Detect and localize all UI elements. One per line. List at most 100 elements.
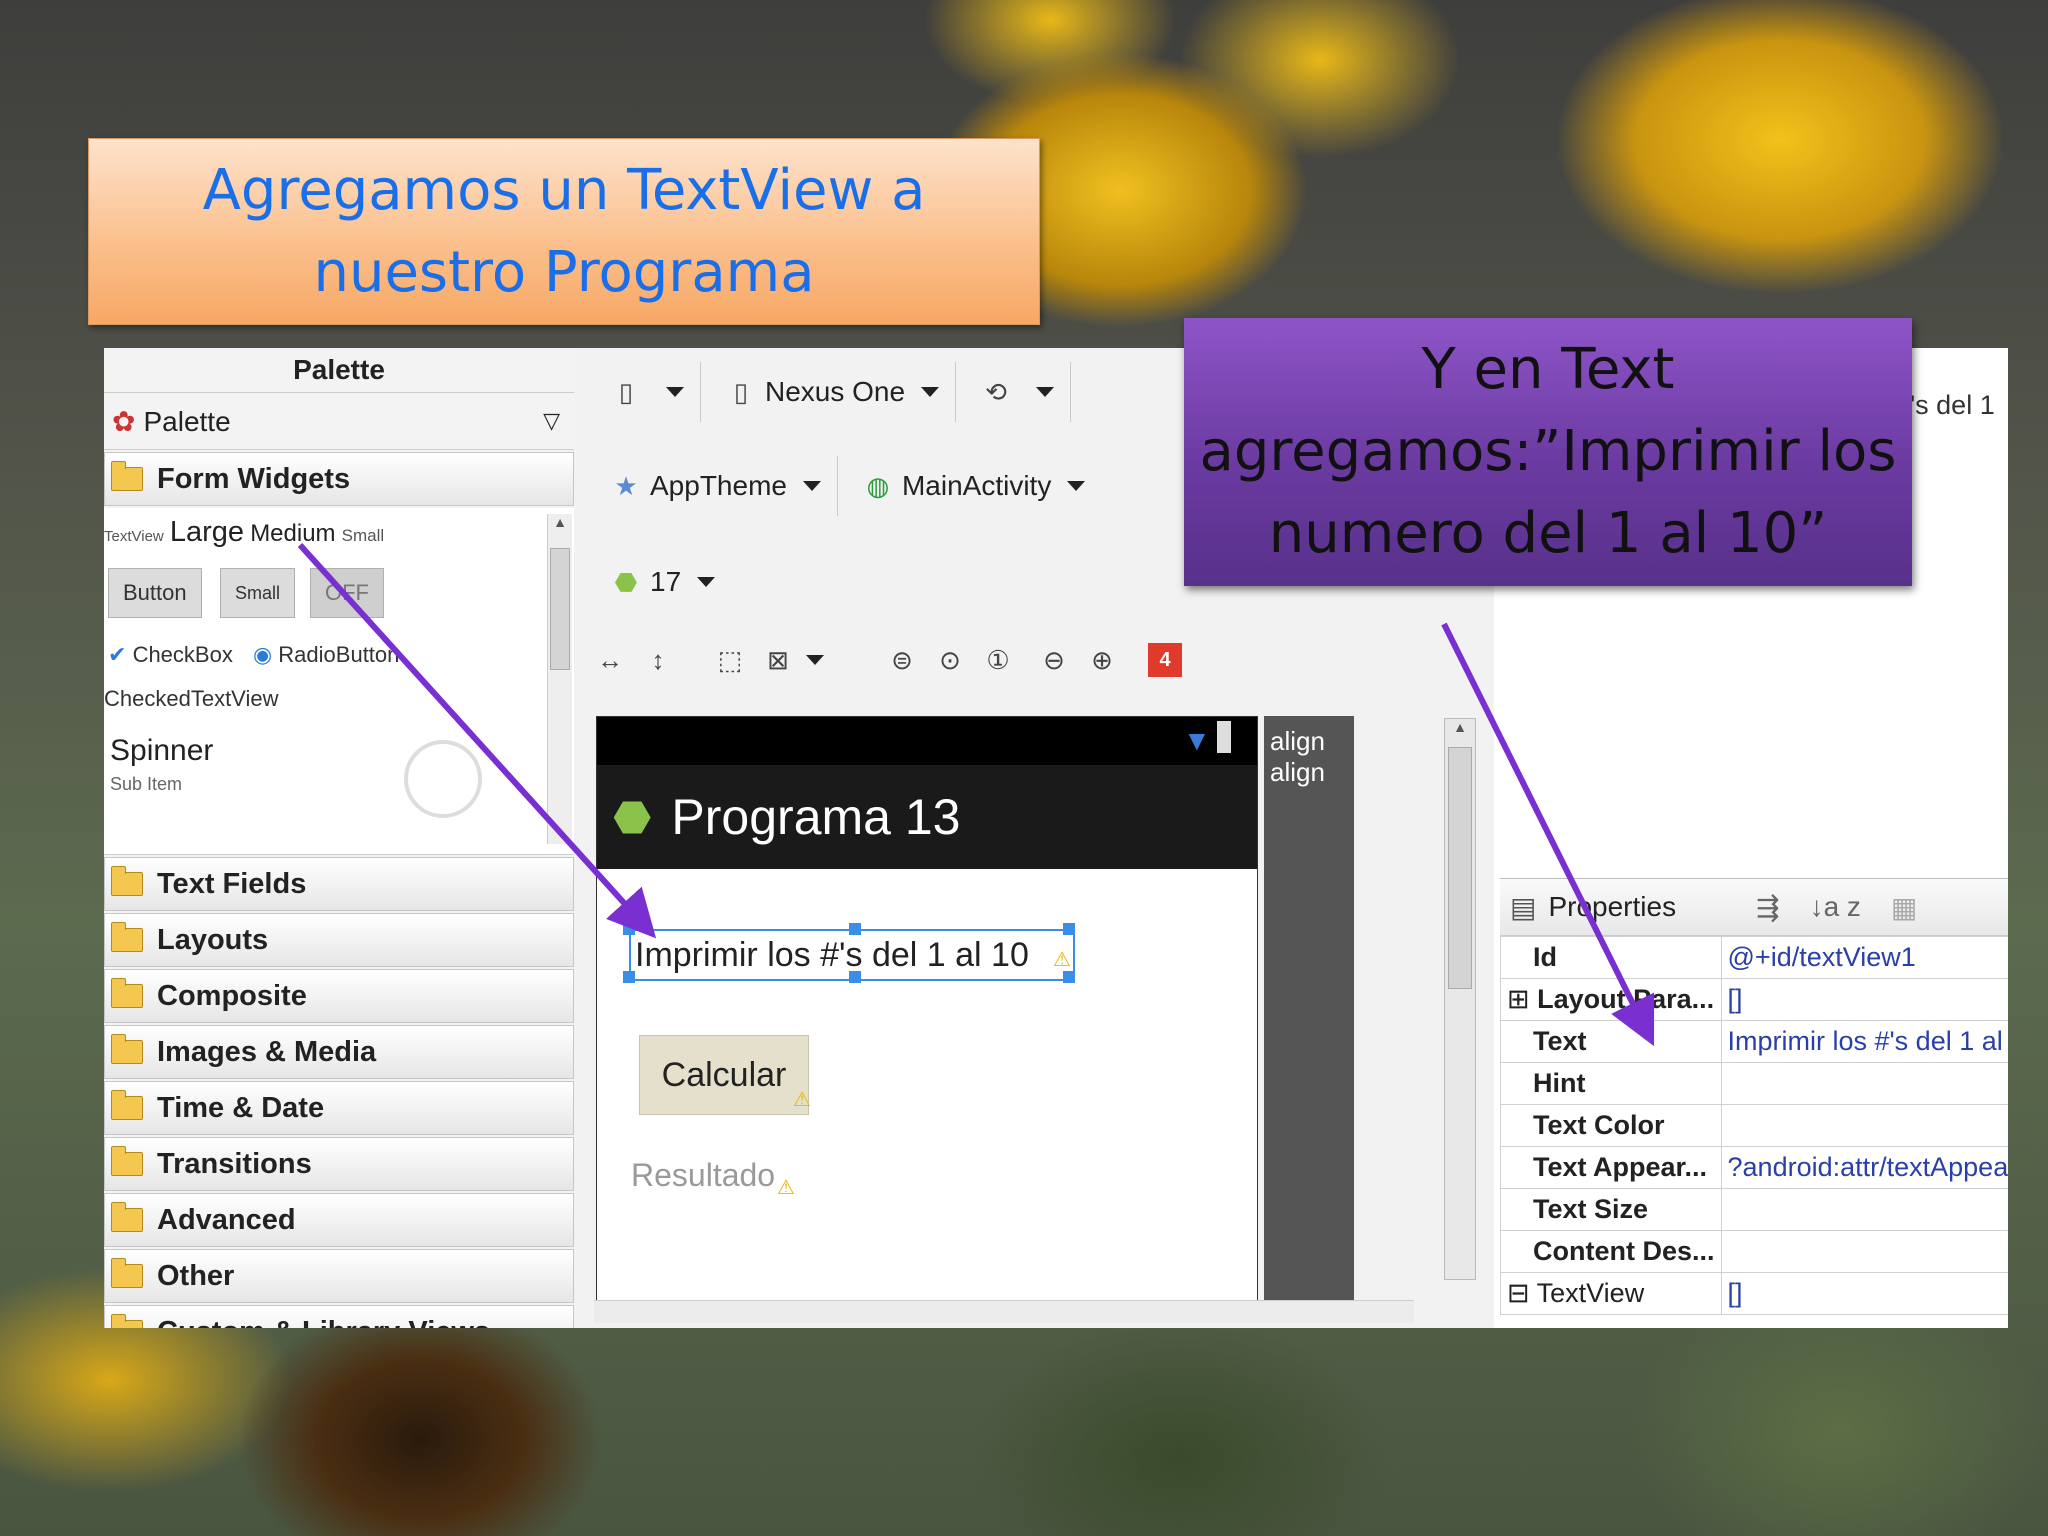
margins-icon[interactable]: ⬚ xyxy=(712,642,748,678)
handle[interactable] xyxy=(1063,971,1075,983)
property-value[interactable]: @+id/textView1 xyxy=(1720,936,2008,979)
category-item[interactable]: Layouts xyxy=(104,913,574,967)
handle[interactable] xyxy=(849,971,861,983)
category-item[interactable]: Text Fields xyxy=(104,857,574,911)
category-item[interactable]: Advanced xyxy=(104,1193,574,1247)
category-item[interactable]: Custom & Library Views xyxy=(104,1305,574,1328)
property-key: Id xyxy=(1500,936,1722,979)
category-item[interactable]: Images & Media xyxy=(104,1025,574,1079)
widget-toggle-button[interactable]: OFF xyxy=(310,568,384,618)
property-row[interactable]: Text Color xyxy=(1500,1104,2008,1147)
scroll-up-icon[interactable]: ▲ xyxy=(1445,719,1475,735)
property-key: Text Appear... xyxy=(1500,1146,1722,1189)
error-count-badge[interactable]: 4 xyxy=(1148,643,1182,677)
widget-button[interactable]: Button xyxy=(108,568,202,618)
editor-scrollbar[interactable]: ▲ xyxy=(1444,718,1476,1280)
zoom-in-icon[interactable]: ⊕ xyxy=(1084,642,1120,678)
callout-box: Y en Text agregamos:”Imprimir los numero… xyxy=(1184,318,1912,586)
category-label: Layouts xyxy=(157,923,269,956)
property-row[interactable]: ⊟ TextView[] xyxy=(1500,1272,2008,1315)
category-item[interactable]: Other xyxy=(104,1249,574,1303)
property-value[interactable]: Imprimir los #'s del 1 al 10 xyxy=(1720,1020,2008,1063)
config-selector[interactable]: ▯ xyxy=(586,362,701,422)
property-row[interactable]: Hint xyxy=(1500,1062,2008,1105)
theme-selector[interactable]: ★ AppTheme xyxy=(586,456,838,516)
chevron-down-icon[interactable]: ▽ xyxy=(543,408,560,434)
widget-spinner[interactable]: Spinner xyxy=(110,734,213,768)
calcular-button[interactable]: Calcular xyxy=(639,1035,809,1115)
property-value[interactable] xyxy=(1720,1230,2008,1273)
category-item[interactable]: Time & Date xyxy=(104,1081,574,1135)
zoom-real-icon[interactable]: ⊙ xyxy=(932,642,968,678)
property-value[interactable] xyxy=(1720,1188,2008,1231)
expert-icon[interactable]: ⇶ xyxy=(1756,891,1779,924)
outline-strip: align align xyxy=(1264,716,1354,1316)
result-textview[interactable]: Resultado xyxy=(631,1157,775,1194)
widget-checkedtextview[interactable]: CheckedTextView xyxy=(104,686,278,712)
folder-icon xyxy=(111,922,143,952)
resize-width-icon[interactable]: ↔ xyxy=(592,642,628,678)
property-row[interactable]: Id @+id/textView1 xyxy=(1500,936,2008,979)
handle[interactable] xyxy=(1063,923,1075,935)
widget-radiobutton[interactable]: RadioButton xyxy=(278,642,399,667)
property-value[interactable] xyxy=(1720,1104,2008,1147)
orientation-selector[interactable]: ⟲ xyxy=(956,362,1072,422)
checkbox-icon: ✔ xyxy=(108,642,127,667)
callout-line2: agregamos:”Imprimir los xyxy=(1199,419,1897,484)
scroll-up-icon[interactable]: ▲ xyxy=(548,514,572,530)
android-icon: ⬣ xyxy=(614,566,638,597)
property-value[interactable] xyxy=(1720,1062,2008,1105)
category-label: Form Widgets xyxy=(157,462,351,495)
widget-large-text[interactable]: Large xyxy=(170,516,244,548)
property-value[interactable]: [] xyxy=(1720,1272,2008,1315)
category-label: Advanced xyxy=(157,1203,296,1236)
fit-icon[interactable]: ⊠ xyxy=(760,642,796,678)
chevron-down-icon xyxy=(666,387,684,397)
widget-checkbox[interactable]: CheckBox xyxy=(133,642,233,667)
property-row[interactable]: Content Des... xyxy=(1500,1230,2008,1273)
property-row[interactable]: Text Appear... ?android:attr/textAppear..… xyxy=(1500,1146,2008,1189)
scroll-thumb[interactable] xyxy=(550,548,570,670)
category-form-widgets[interactable]: Form Widgets xyxy=(104,452,574,506)
category-item[interactable]: Transitions xyxy=(104,1137,574,1191)
handle[interactable] xyxy=(849,923,861,935)
zoom-out-icon[interactable]: ⊖ xyxy=(1036,642,1072,678)
palette-selector[interactable]: ✿ Palette ▽ xyxy=(104,393,574,450)
activity-selector[interactable]: ◍ MainActivity xyxy=(838,456,1101,516)
property-value[interactable]: ?android:attr/textAppear... xyxy=(1720,1146,2008,1189)
property-row[interactable]: Text Size xyxy=(1500,1188,2008,1231)
chevron-down-icon[interactable] xyxy=(806,655,824,665)
category-item[interactable]: Composite xyxy=(104,969,574,1023)
sort-az-icon[interactable]: ↓a z xyxy=(1810,891,1861,923)
collapse-icon[interactable]: ⊟ xyxy=(1507,1278,1537,1308)
widget-small-button[interactable]: Small xyxy=(220,568,296,618)
resize-height-icon[interactable]: ↕ xyxy=(640,642,676,678)
palette-scrollbar[interactable]: ▲ xyxy=(547,514,572,844)
property-value[interactable]: [] xyxy=(1720,978,2008,1021)
property-row[interactable]: TextImprimir los #'s del 1 al 10 xyxy=(1500,1020,2008,1063)
widget-textview-label[interactable]: TextView xyxy=(104,528,164,545)
api-level-selector[interactable]: ⬣ 17 xyxy=(586,552,731,612)
editor-tab-fragment[interactable]: 's del 1 xyxy=(1910,390,1995,421)
properties-table: Id @+id/textView1 ⊞ Layout Para...[] Text Im… xyxy=(1500,936,2008,1315)
collapse-icon[interactable]: ▦ xyxy=(1891,891,1917,924)
widget-medium-text[interactable]: Medium xyxy=(250,520,335,547)
progress-circle-icon[interactable] xyxy=(404,740,482,818)
zoom-100-icon[interactable]: ① xyxy=(980,642,1016,678)
folder-icon xyxy=(111,1314,143,1328)
folder-icon xyxy=(111,1258,143,1288)
scroll-thumb[interactable] xyxy=(1448,747,1472,989)
handle[interactable] xyxy=(623,923,635,935)
category-label: Composite xyxy=(157,979,307,1012)
property-row[interactable]: ⊞ Layout Para...[] xyxy=(1500,978,2008,1021)
editor-hscrollbar[interactable] xyxy=(594,1300,1414,1323)
expand-icon[interactable]: ⊞ xyxy=(1507,984,1537,1014)
properties-header: ▤ Properties ⇶ ↓a z ▦ xyxy=(1500,879,2008,936)
chevron-down-icon xyxy=(921,387,940,397)
handle[interactable] xyxy=(623,971,635,983)
zoom-fit-icon[interactable]: ⊜ xyxy=(884,642,920,678)
widget-small-text[interactable]: Small xyxy=(342,526,385,545)
property-key: Text Color xyxy=(1500,1104,1722,1147)
device-selector[interactable]: ▯ Nexus One xyxy=(701,362,957,422)
properties-panel: ▤ Properties ⇶ ↓a z ▦ Id @+id/textView1 ⊞ … xyxy=(1500,878,2008,1328)
